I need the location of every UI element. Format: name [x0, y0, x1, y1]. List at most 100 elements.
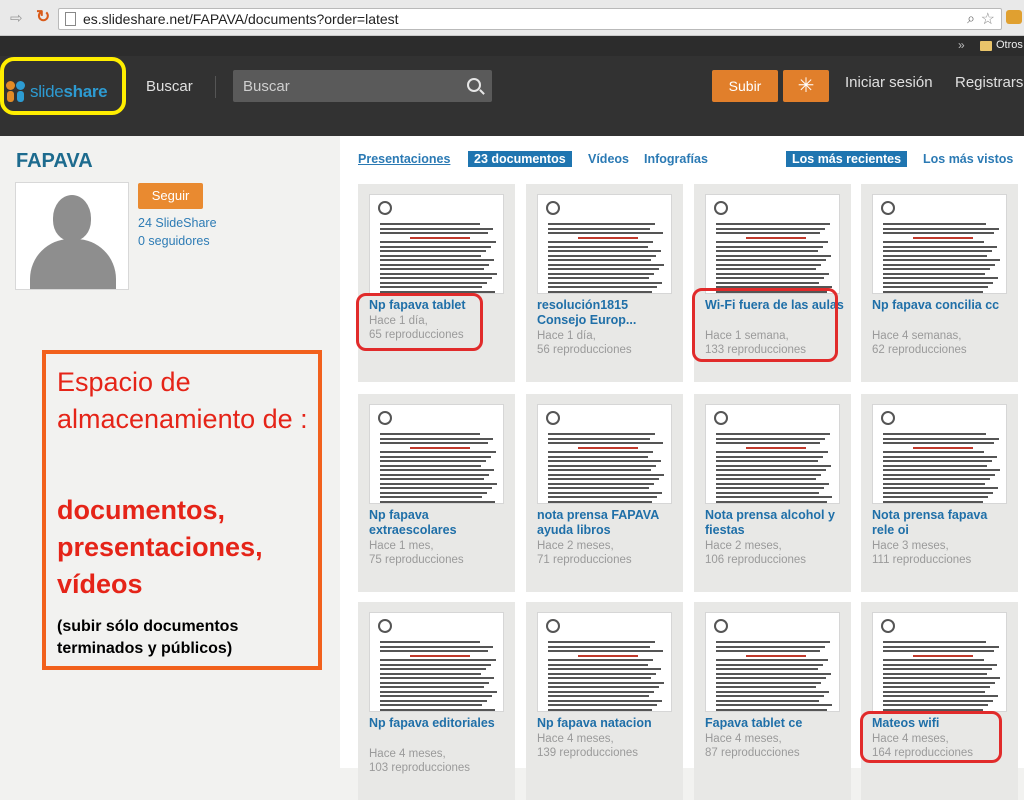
bookmarks-overflow-icon[interactable]: »: [958, 38, 965, 52]
site-header: slideshare Buscar Buscar Subir ✳ Iniciar…: [0, 56, 1024, 136]
document-card[interactable]: Np fapava concilia cc Hace 4 semanas, 62 r…: [861, 184, 1018, 382]
address-bar[interactable]: es.slideshare.net/FAPAVA/documents?order…: [58, 8, 1002, 30]
document-thumbnail[interactable]: [369, 194, 504, 294]
clip-button[interactable]: ✳: [783, 70, 829, 102]
seal-icon: [378, 411, 392, 425]
seal-icon: [546, 619, 560, 633]
document-thumbnail[interactable]: [369, 612, 504, 712]
document-card[interactable]: Nota prensa fapava rele oi Hace 3 meses, 1…: [861, 394, 1018, 592]
tab-documentos[interactable]: 23 documentos: [468, 151, 572, 167]
document-thumbnail[interactable]: [872, 404, 1007, 504]
document-title[interactable]: nota prensa FAPAVA ayuda libros: [537, 508, 677, 538]
document-views: 62 reproducciones: [872, 344, 967, 356]
folder-icon: [980, 41, 992, 51]
document-title[interactable]: Nota prensa alcohol y fiestas: [705, 508, 845, 538]
highlight-ring: [356, 293, 483, 351]
extension-icon[interactable]: [1006, 10, 1022, 24]
document-card[interactable]: Mateos wifi Hace 4 meses, 164 reproduccion…: [861, 602, 1018, 800]
document-thumbnail[interactable]: [369, 404, 504, 504]
avatar-head: [53, 195, 91, 241]
seal-icon: [881, 411, 895, 425]
zoom-icon[interactable]: ⌕: [967, 10, 975, 27]
document-title[interactable]: Nota prensa fapava rele oi: [872, 508, 1012, 538]
document-thumbnail[interactable]: [537, 404, 672, 504]
browser-toolbar: ⇨ ↻ es.slideshare.net/FAPAVA/documents?o…: [0, 0, 1024, 36]
seal-icon: [714, 201, 728, 215]
url-text: es.slideshare.net/FAPAVA/documents?order…: [83, 11, 399, 27]
annotation-types: documentos, presentaciones, vídeos: [57, 495, 263, 599]
avatar[interactable]: [15, 182, 129, 290]
seal-icon: [881, 201, 895, 215]
document-title[interactable]: Np fapava extraescolares: [369, 508, 509, 538]
upload-button[interactable]: Subir: [712, 70, 778, 102]
document-views: 75 reproducciones: [369, 554, 464, 566]
slideshare-count[interactable]: 24 SlideShare: [138, 216, 217, 230]
bookmark-star-icon[interactable]: ☆: [981, 9, 995, 29]
document-views: 103 reproducciones: [369, 762, 471, 774]
document-age: Hace 4 meses,: [537, 733, 614, 745]
document-thumbnail[interactable]: [705, 612, 840, 712]
bookmarks-bar: » Otros: [0, 36, 1024, 56]
document-thumbnail[interactable]: [872, 612, 1007, 712]
page-icon: [65, 12, 76, 26]
sort-recientes[interactable]: Los más recientes: [786, 151, 908, 167]
search-icon[interactable]: [467, 78, 481, 92]
document-thumbnail[interactable]: [537, 194, 672, 294]
document-views: 71 reproducciones: [537, 554, 632, 566]
login-link[interactable]: Iniciar sesión: [845, 74, 933, 91]
seal-icon: [378, 619, 392, 633]
document-card[interactable]: nota prensa FAPAVA ayuda libros Hace 2 me…: [526, 394, 683, 592]
search-link[interactable]: Buscar: [146, 78, 193, 95]
followers-count[interactable]: 0 seguidores: [138, 234, 210, 248]
document-title[interactable]: Np fapava concilia cc: [872, 298, 1012, 313]
tab-videos[interactable]: Vídeos: [588, 152, 629, 166]
storage-annotation-box: Espacio de almacenamiento de : documento…: [42, 350, 322, 670]
document-card[interactable]: Nota prensa alcohol y fiestas Hace 2 mese…: [694, 394, 851, 592]
documents-panel: Presentaciones 23 documentos Vídeos Info…: [340, 136, 1024, 800]
document-age: Hace 1 mes,: [369, 540, 434, 552]
document-views: 139 reproducciones: [537, 747, 639, 759]
seal-icon: [881, 619, 895, 633]
document-title[interactable]: Np fapava editoriales: [369, 716, 509, 731]
document-age: Hace 4 meses,: [369, 748, 446, 760]
annotation-heading: Espacio de almacenamiento de :: [57, 367, 308, 434]
bookmark-folder-otros[interactable]: Otros: [996, 39, 1023, 51]
document-title[interactable]: Np fapava natacion: [537, 716, 677, 731]
document-age: Hace 1 día,: [537, 330, 596, 342]
seal-icon: [714, 619, 728, 633]
search-placeholder: Buscar: [243, 78, 290, 95]
document-views: 87 reproducciones: [705, 747, 800, 759]
document-title[interactable]: Fapava tablet ce: [705, 716, 845, 731]
document-views: 111 reproducciones: [872, 554, 972, 566]
highlight-ring: [692, 288, 838, 362]
document-thumbnail[interactable]: [537, 612, 672, 712]
document-card[interactable]: Np fapava tablet Hace 1 día, 65 reproducci…: [358, 184, 515, 382]
register-link[interactable]: Registrars: [955, 74, 1023, 91]
forward-arrow-icon[interactable]: ⇨: [10, 9, 23, 27]
document-card[interactable]: Np fapava natacion Hace 4 meses, 139 repro…: [526, 602, 683, 800]
profile-sidebar: FAPAVA Seguir 24 SlideShare 0 seguidores…: [0, 136, 340, 768]
document-thumbnail[interactable]: [705, 194, 840, 294]
profile-name[interactable]: FAPAVA: [16, 150, 93, 173]
document-card[interactable]: Np fapava extraescolares Hace 1 mes, 75 re…: [358, 394, 515, 592]
document-card[interactable]: resolución1815 Consejo Europ... Hace 1 dí…: [526, 184, 683, 382]
document-title[interactable]: resolución1815 Consejo Europ...: [537, 298, 677, 328]
search-input[interactable]: Buscar: [233, 70, 492, 102]
document-thumbnail[interactable]: [705, 404, 840, 504]
document-card[interactable]: Np fapava editoriales Hace 4 meses, 103 re…: [358, 602, 515, 800]
annotation-note: (subir sólo documentos terminados y públ…: [57, 618, 239, 657]
follow-button[interactable]: Seguir: [138, 183, 203, 209]
avatar-body: [30, 239, 116, 289]
document-thumbnail[interactable]: [872, 194, 1007, 294]
seal-icon: [378, 201, 392, 215]
document-views: 106 reproducciones: [705, 554, 807, 566]
tab-infografias[interactable]: Infografías: [644, 152, 708, 166]
sparkle-icon: ✳: [797, 75, 815, 97]
reload-icon[interactable]: ↻: [36, 7, 50, 27]
document-age: Hace 3 meses,: [872, 540, 949, 552]
sort-vistos[interactable]: Los más vistos: [923, 152, 1013, 166]
document-card[interactable]: Fapava tablet ce Hace 4 meses, 87 reproduc…: [694, 602, 851, 800]
document-age: Hace 2 meses,: [705, 540, 782, 552]
seal-icon: [546, 201, 560, 215]
tab-presentaciones[interactable]: Presentaciones: [358, 152, 450, 166]
